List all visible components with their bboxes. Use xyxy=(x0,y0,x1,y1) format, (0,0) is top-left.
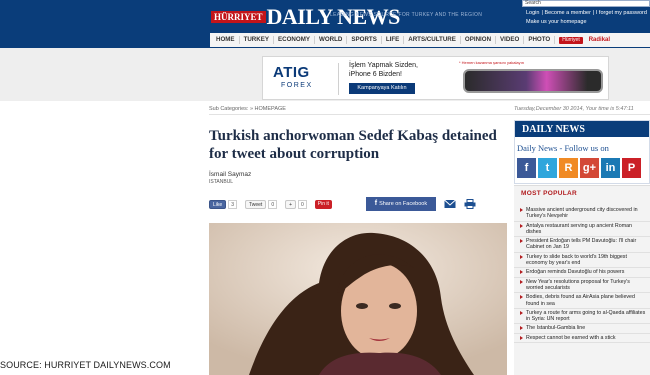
nav-sports[interactable]: SPORTS xyxy=(347,36,382,44)
article-location: ISTANBUL xyxy=(209,179,234,185)
most-popular-list: Massive ancient underground city discove… xyxy=(514,206,650,344)
twitter-icon[interactable]: t xyxy=(538,158,557,178)
tweet-button[interactable]: Tweet xyxy=(244,199,267,209)
follow-header: DAILY NEWS xyxy=(515,121,649,137)
nav-turkey[interactable]: TURKEY xyxy=(240,36,275,44)
login-link[interactable]: Login xyxy=(526,10,539,16)
ad-note: * Hemen kazanma şansını yakalayın xyxy=(459,60,524,65)
list-item[interactable]: Bodies, debris found as AirAsia plane be… xyxy=(514,293,650,309)
article-photo[interactable] xyxy=(209,223,507,375)
logo-prefix: HÜRRIYET xyxy=(211,11,266,23)
list-item[interactable]: Massive ancient underground city discove… xyxy=(514,206,650,222)
share-bar: Like 3 Tweet 0 + 0 Pin it f Share on Face… xyxy=(209,195,507,213)
follow-us-text: Daily News - Follow us on xyxy=(517,143,609,153)
share-on-facebook-label: Share on Facebook xyxy=(379,201,428,207)
search-input[interactable]: Search xyxy=(522,0,650,7)
facebook-like-button[interactable]: Like xyxy=(209,199,227,209)
ad-brand-sub: FOREX xyxy=(281,82,313,89)
social-icons: f t R g+ in P xyxy=(517,158,643,178)
ad-brand: ATIG xyxy=(273,64,310,81)
forgot-password-link[interactable]: I forget my password xyxy=(596,10,647,16)
rss-icon[interactable]: R xyxy=(559,158,578,178)
ad-headline-1: İşlem Yapmak Sizden, xyxy=(349,62,418,69)
ad-divider xyxy=(338,63,339,95)
list-item[interactable]: Respect cannot be earned with a stick xyxy=(514,334,650,344)
nav-opinion[interactable]: OPINION xyxy=(461,36,497,44)
like-count: 3 xyxy=(228,199,237,209)
linkedin-icon[interactable]: in xyxy=(601,158,620,178)
nav-hurriyet-badge[interactable]: Hürriyet xyxy=(559,36,583,44)
google-plus-button[interactable]: + xyxy=(285,199,297,209)
become-member-link[interactable]: Become a member xyxy=(544,10,590,16)
ad-cta-button[interactable]: Kampanyaya Katılın xyxy=(349,83,415,94)
article-author[interactable]: İsmail Saymaz xyxy=(209,171,251,178)
nav-life[interactable]: LIFE xyxy=(382,36,405,44)
main-nav: HOME TURKEY ECONOMY WORLD SPORTS LIFE AR… xyxy=(210,33,650,47)
nav-radikal-link[interactable]: Radikal xyxy=(589,37,610,43)
ad-headline-2: iPhone 6 Bizden! xyxy=(349,71,402,78)
list-item[interactable]: Turkey a route for arms going to al-Qaed… xyxy=(514,309,650,325)
nav-economy[interactable]: ECONOMY xyxy=(274,36,315,44)
account-links: Login | Become a member | I forget my pass… xyxy=(526,10,647,16)
follow-us-box: DAILY NEWS Daily News - Follow us on f t… xyxy=(514,120,650,184)
nav-world[interactable]: WORLD xyxy=(315,36,348,44)
pinterest-icon[interactable]: P xyxy=(622,158,641,178)
most-popular-panel: MOST POPULAR Massive ancient underground… xyxy=(514,185,650,375)
list-item[interactable]: New Year's resolutions proposal for Turk… xyxy=(514,278,650,294)
pin-it-button[interactable]: Pin it xyxy=(314,199,332,209)
dateline: Tuesday,December 30 2014, Your time is 5… xyxy=(514,106,634,112)
portrait-image xyxy=(209,223,507,375)
facebook-icon[interactable]: f xyxy=(517,158,536,178)
list-item[interactable]: Erdoğan reminds Davutoğlu of his powers xyxy=(514,268,650,278)
banner-ad[interactable]: ATIG FOREX İşlem Yapmak Sizden, iPhone 6… xyxy=(262,56,609,100)
source-caption: SOURCE: HURRIYET DAILYNEWS.COM xyxy=(0,360,171,370)
nav-arts-culture[interactable]: ARTS/CULTURE xyxy=(404,36,461,44)
nav-video[interactable]: VIDEO xyxy=(496,36,525,44)
facebook-icon: f xyxy=(374,200,378,207)
print-icon[interactable] xyxy=(464,199,476,209)
share-on-facebook-button[interactable]: f Share on Facebook xyxy=(365,197,436,211)
google-plus-icon[interactable]: g+ xyxy=(580,158,599,178)
list-item[interactable]: Antalya restaurant serving up ancient Ro… xyxy=(514,222,650,238)
google-plus-count: 0 xyxy=(298,199,307,209)
make-homepage-link[interactable]: Make us your homepage xyxy=(526,19,587,25)
list-item[interactable]: Turkey to slide back to world's 19th big… xyxy=(514,253,650,269)
most-popular-title: MOST POPULAR xyxy=(521,190,577,197)
nav-home[interactable]: HOME xyxy=(212,36,240,44)
list-item[interactable]: President Erdoğan tells PM Davutoğlu: I'… xyxy=(514,237,650,253)
divider xyxy=(209,114,650,115)
site-tagline: LEADING NEWS SOURCE FOR TURKEY AND THE R… xyxy=(330,12,483,18)
breadcrumb[interactable]: Sub Categories: » HOMEPAGE xyxy=(209,106,286,112)
tweet-count: 0 xyxy=(268,199,278,209)
email-icon[interactable] xyxy=(444,199,456,209)
phone-image xyxy=(463,69,603,93)
list-item[interactable]: The Istanbul-Gambia line xyxy=(514,324,650,334)
nav-photo[interactable]: PHOTO xyxy=(524,36,556,44)
article-headline: Turkish anchorwoman Sedef Kabaş detained… xyxy=(209,128,497,162)
follow-logo: DAILY NEWS xyxy=(522,124,585,135)
